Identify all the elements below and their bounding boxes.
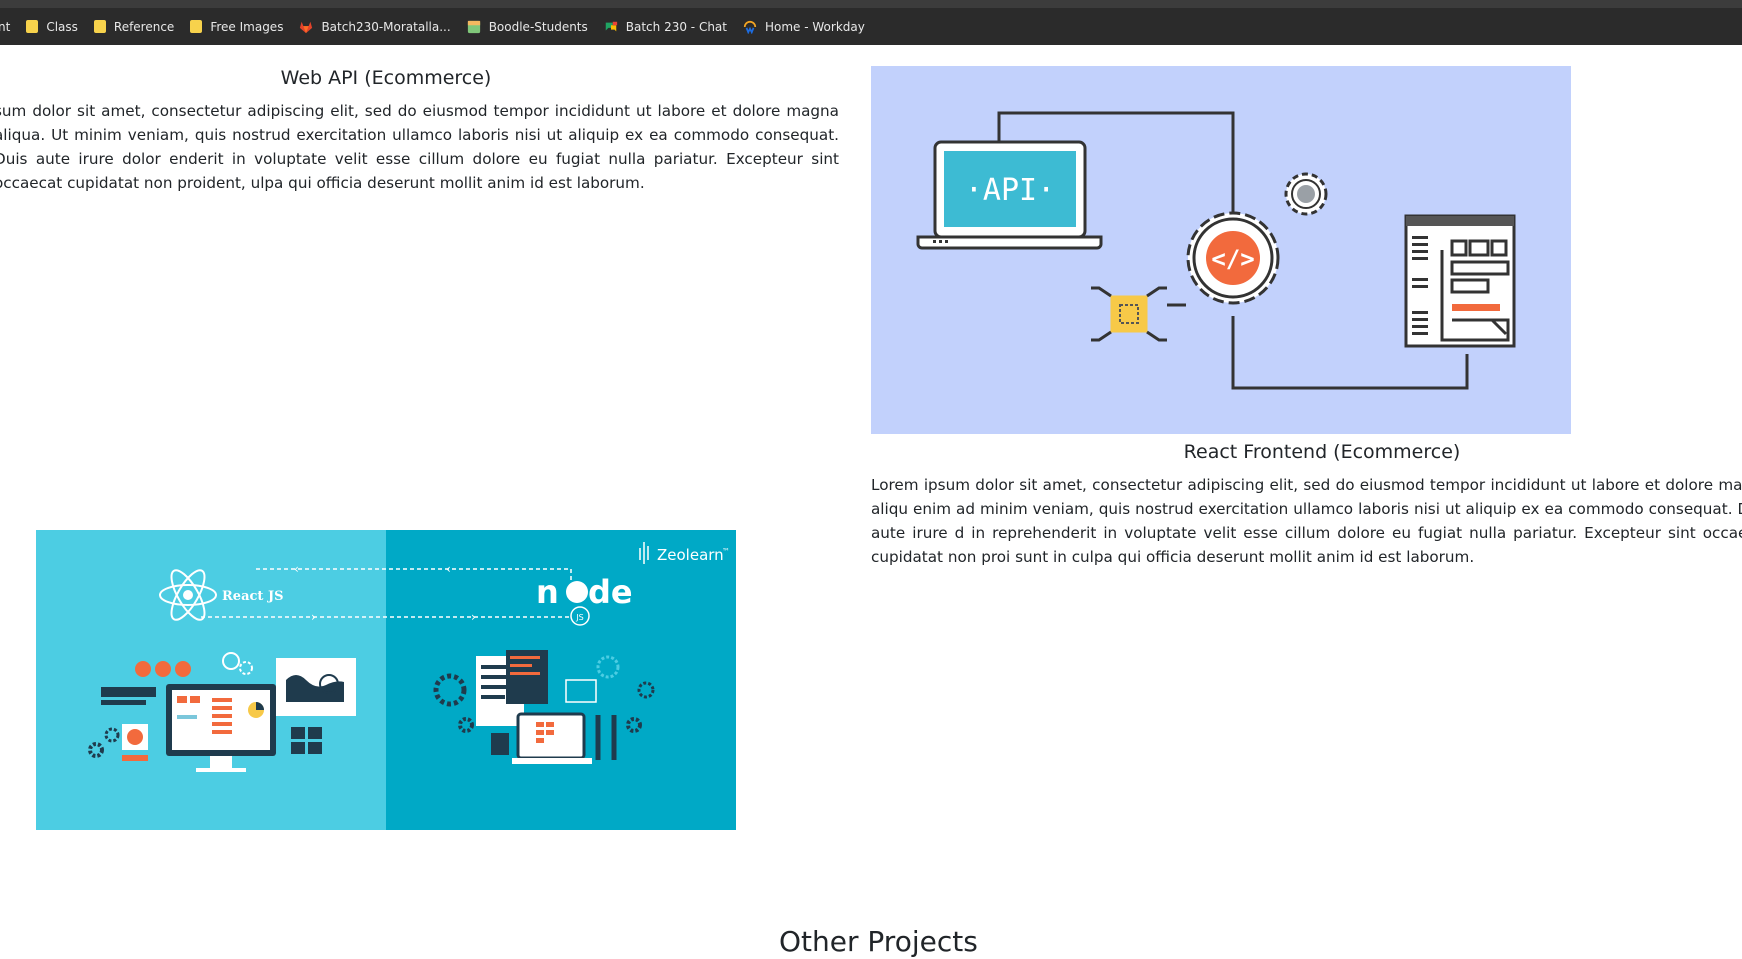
react-js-label: React JS xyxy=(222,589,283,604)
project-title-react: React Frontend (Ecommerce) xyxy=(1183,441,1461,463)
svg-text:</>: </> xyxy=(1211,245,1254,273)
other-projects-heading: Other Projects xyxy=(779,925,978,958)
portfolio-page: Web API (Ecommerce) sum dolor sit amet, … xyxy=(0,45,1742,959)
bookmark-chat[interactable]: Batch 230 - Chat xyxy=(597,14,736,40)
bookmark-label: Class xyxy=(46,19,78,34)
chat-icon xyxy=(605,21,617,31)
bookmark-label: Batch 230 - Chat xyxy=(625,19,727,34)
bookmark-gitlab[interactable]: Batch230-Moratalla... xyxy=(292,14,459,40)
project-description-web-api: sum dolor sit amet, consectetur adipisci… xyxy=(0,102,839,192)
bookmarks-bar: nt Class Reference Free Images Batch230-… xyxy=(0,8,1742,45)
sheet-icon xyxy=(467,20,480,33)
bookmark-class[interactable]: Class xyxy=(19,14,87,40)
react-node-illustration: ‹ ‹ › › React JS n de JS Zeolearn ™ xyxy=(36,530,736,830)
bookmark-reference[interactable]: Reference xyxy=(87,14,183,40)
node-js-badge: JS xyxy=(575,613,583,622)
zeolearn-brand: Zeolearn xyxy=(657,546,724,564)
svg-text:‹: ‹ xyxy=(294,562,299,576)
bookmark-boodle[interactable]: Boodle-Students xyxy=(460,14,597,40)
bookmark-label: Batch230-Moratalla... xyxy=(321,19,451,34)
bookmark-label: Boodle-Students xyxy=(488,19,588,34)
bookmark-truncated[interactable]: nt xyxy=(0,14,19,40)
svg-text:›: › xyxy=(471,610,476,624)
workday-icon xyxy=(743,20,757,34)
node-logo-n: n xyxy=(536,573,559,611)
svg-text:‹: ‹ xyxy=(446,562,451,576)
folder-icon xyxy=(190,20,203,33)
bookmark-label: Home - Workday xyxy=(764,19,865,34)
folder-icon xyxy=(26,20,39,33)
node-logo-de: de xyxy=(588,573,633,611)
gitlab-icon xyxy=(300,21,313,33)
bookmark-label: nt xyxy=(0,19,11,34)
project-description-react: Lorem ipsum dolor sit amet, consectetur … xyxy=(871,476,1742,566)
bookmark-free-images[interactable]: Free Images xyxy=(183,14,292,40)
api-screen-text: ·API· xyxy=(965,173,1055,208)
bookmark-workday[interactable]: Home - Workday xyxy=(736,14,874,40)
folder-icon xyxy=(93,20,106,33)
project-title-web-api: Web API (Ecommerce) xyxy=(280,67,492,89)
browser-tabstrip-edge xyxy=(0,0,1742,8)
zeolearn-tm: ™ xyxy=(722,547,730,556)
svg-text:›: › xyxy=(311,610,316,624)
api-illustration: ·API· </> xyxy=(871,66,1571,434)
bookmark-label: Free Images xyxy=(210,19,284,34)
bookmark-label: Reference xyxy=(113,19,175,34)
